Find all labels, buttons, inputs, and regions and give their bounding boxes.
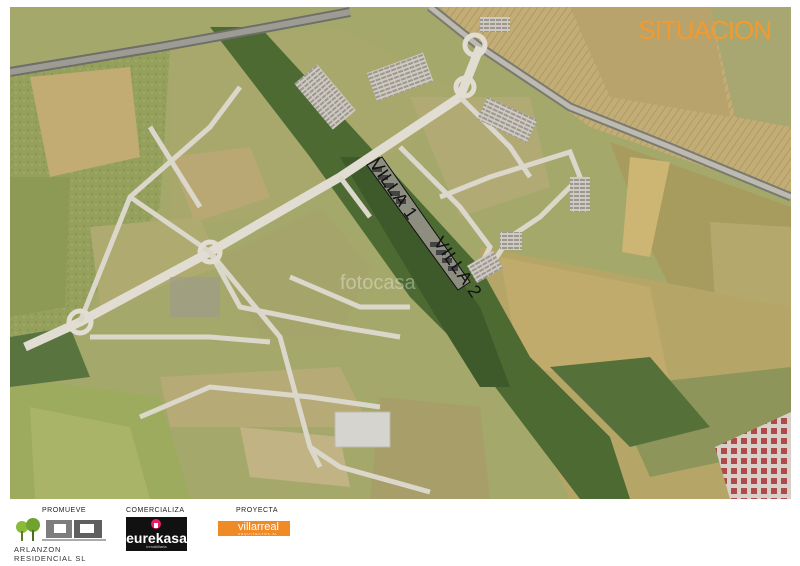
- farm-field: [10, 177, 70, 317]
- aerial-map: fotocasa SITUACION VILLA 1 VILLA 2: [10, 7, 791, 499]
- arlanzon-logo-graphic: [16, 518, 106, 541]
- aerial-photo: fotocasa: [10, 7, 791, 499]
- watermark: fotocasa: [340, 272, 416, 294]
- villarreal-tagline: ARQUITECTOS SL: [238, 532, 279, 536]
- commercializer-caption: COMERCIALIZA: [126, 507, 185, 514]
- eurekasa-tagline: inmobiliaria: [146, 544, 167, 549]
- promoter-block: PROMUEVE ARLANZON RESIDENCIAL SL: [14, 499, 110, 563]
- footer-logos: PROMUEVE ARLANZON RESIDENCIAL SL COMERCI…: [0, 499, 800, 566]
- commercializer-block: COMERCIALIZA eurekasa inmobiliaria: [126, 499, 188, 551]
- architect-block: PROYECTA villarreal ARQUITECTOS SL: [218, 499, 298, 536]
- promoter-name: ARLANZON RESIDENCIAL SL: [14, 545, 87, 563]
- eurekasa-house-icon: [151, 519, 161, 529]
- map-title: SITUACION: [638, 15, 772, 45]
- promoter-caption: PROMUEVE: [42, 507, 87, 514]
- arlanzon-logo: [14, 518, 110, 544]
- villarreal-logo: villarreal ARQUITECTOS SL: [218, 521, 290, 536]
- eurekasa-logo: eurekasa inmobiliaria: [126, 517, 187, 551]
- architect-caption: PROYECTA: [236, 507, 278, 514]
